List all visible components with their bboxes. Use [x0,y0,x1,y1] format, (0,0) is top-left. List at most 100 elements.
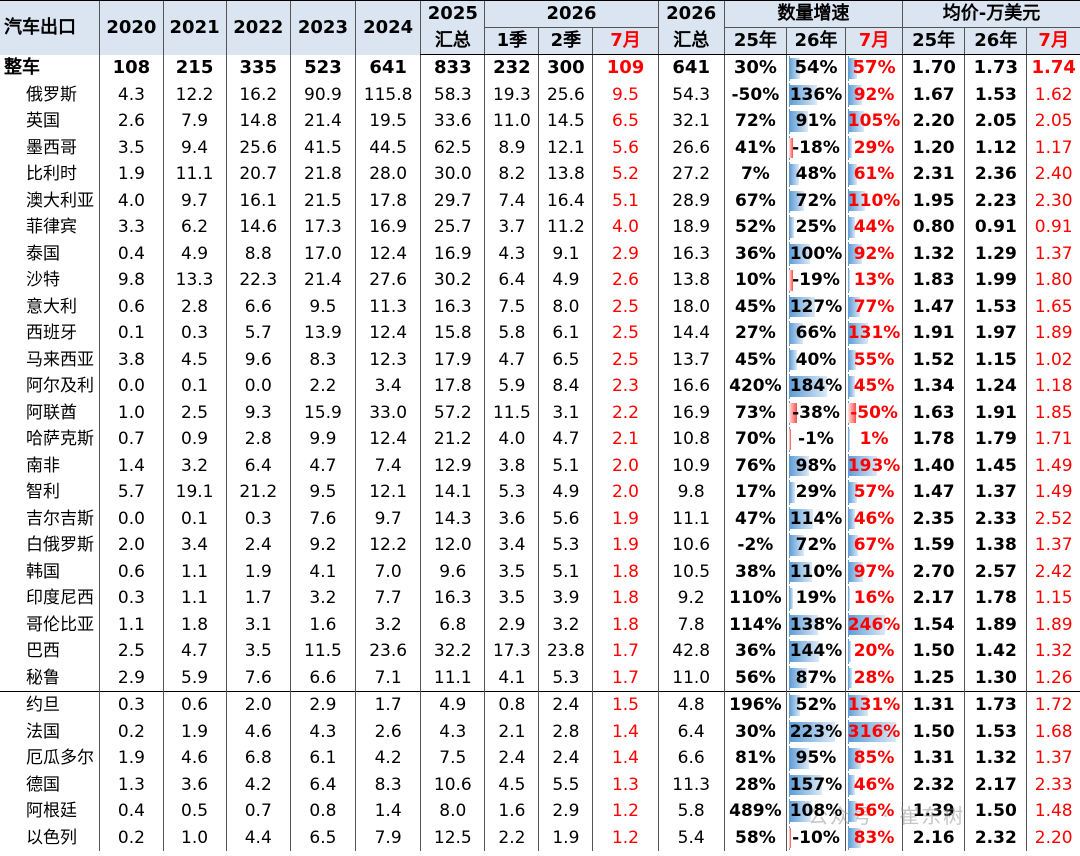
table-row: 意大利 0.6 2.8 6.6 9.5 11.3 16.3 7.5 8.0 2.5 18.0 45% 1… [0,293,1080,320]
growth-bar-value: 110% [789,561,843,582]
export-value: 19.1 [162,479,227,506]
export-value: 5.1 [538,452,593,479]
avg-price: 1.85 [1026,399,1080,426]
export-value: 109 [592,54,659,82]
avg-price: 2.20 [902,108,965,135]
header-growth-7: 7月 [845,27,903,55]
avg-price: 1.53 [964,81,1027,108]
export-value: 14.1 [420,479,485,506]
growth-bar-value: 13% [853,270,895,291]
country-name: 泰国 [26,243,60,264]
export-value: 22.3 [225,267,291,294]
export-value: 108 [99,54,163,82]
table-row: 南非 1.4 3.2 6.4 4.7 7.4 12.9 3.8 5.1 2.0 10.9 76% 98%… [0,452,1080,479]
growth-2026: 72% [785,532,846,559]
export-value: 28.0 [355,161,421,188]
growth-july: 83% [845,824,903,851]
export-value: 5.8 [484,320,539,347]
growth-bar-value: 100% [789,243,843,264]
export-value: 5.1 [592,187,659,214]
export-value: 11.1 [420,664,485,692]
growth-bar-value: 67% [853,535,895,556]
export-value: 6.6 [225,293,291,320]
growth-july: 131% [845,320,903,347]
export-value: 14.8 [225,108,291,135]
export-value: 4.0 [484,426,539,453]
growth-2025: 76% [723,452,787,479]
export-value: 4.1 [484,664,539,692]
export-value: 11.1 [657,505,725,532]
avg-price: 1.65 [1026,293,1080,320]
avg-price: 2.57 [964,558,1027,585]
avg-price: 1.53 [964,718,1027,745]
export-value: 2.3 [592,373,659,400]
table-row: 以色列 0.2 1.0 4.4 6.5 7.9 12.5 2.2 1.9 1.2 5.4 58% -10… [0,824,1080,851]
growth-bar [788,217,795,238]
export-value: 2.4 [225,532,291,559]
header-2026-top: 2026 [657,0,725,28]
header-growth-25: 25年 [723,27,787,55]
table-row: 阿根廷 0.4 0.5 0.7 0.8 1.4 8.0 1.6 2.9 1.2 5.8 489% 108… [0,798,1080,825]
header-q2: 2季 [538,27,593,55]
export-value: 7.6 [289,505,356,532]
header-2026-group: 2026 [484,0,659,28]
export-value: 11.0 [484,108,539,135]
export-value: 16.3 [657,240,725,267]
export-value: 17.3 [289,214,356,241]
header-2026-bottom: 汇总 [657,27,725,55]
export-value: 4.6 [225,718,291,745]
export-value: 30.2 [420,267,485,294]
header-growth-group: 数量增速 [723,0,903,28]
export-value: 2.0 [592,479,659,506]
export-value: 9.4 [162,134,227,161]
export-value: 4.5 [484,771,539,798]
growth-2026: 110% [785,558,846,585]
growth-2026: 138% [785,611,846,638]
growth-bar [848,588,851,609]
growth-2025: 196% [723,691,787,719]
avg-price: 1.40 [902,452,965,479]
avg-price: 1.32 [964,745,1027,772]
avg-price: 1.73 [964,691,1027,719]
export-value: 641 [657,54,725,82]
export-value: 3.1 [225,611,291,638]
export-value: 0.4 [99,240,163,267]
export-value: 0.0 [99,373,163,400]
export-value: 10.9 [657,452,725,479]
export-value: 14.5 [538,108,593,135]
growth-2026: 98% [785,452,846,479]
export-value: 0.8 [289,798,356,825]
export-value: 4.3 [420,718,485,745]
export-value: 5.3 [538,532,593,559]
export-value: 0.1 [162,505,227,532]
growth-bar-value: 193% [847,455,901,476]
export-value: 15.9 [289,399,356,426]
export-value: 1.9 [538,824,593,851]
export-value: 3.3 [99,214,163,241]
export-value: 0.1 [99,320,163,347]
country-name: 南非 [26,455,60,476]
export-value: 4.3 [484,240,539,267]
export-value: 4.0 [99,187,163,214]
country-name: 马来西亚 [26,349,94,370]
export-value: 16.9 [657,399,725,426]
export-value: 12.1 [355,479,421,506]
export-value: 1.9 [99,161,163,188]
export-value: 5.8 [657,798,725,825]
export-value: 1.5 [592,691,659,719]
export-value: 3.4 [484,532,539,559]
export-value: 16.3 [420,293,485,320]
avg-price: 1.20 [902,134,965,161]
export-value: 8.0 [538,293,593,320]
header-price-group: 均价-万美元 [902,0,1080,28]
avg-price: 1.50 [902,718,965,745]
country-name: 哈萨克斯 [26,429,94,450]
avg-price: 1.02 [1026,346,1080,373]
growth-bar [848,429,851,450]
avg-price: 1.45 [964,452,1027,479]
export-value: 2.9 [592,240,659,267]
growth-bar-value: 19% [795,588,837,609]
export-value: 5.3 [538,664,593,692]
table-row: 泰国 0.4 4.9 8.8 17.0 12.4 16.9 4.3 9.1 2.9 16.3 36% 1… [0,240,1080,267]
avg-price: 1.89 [1026,320,1080,347]
